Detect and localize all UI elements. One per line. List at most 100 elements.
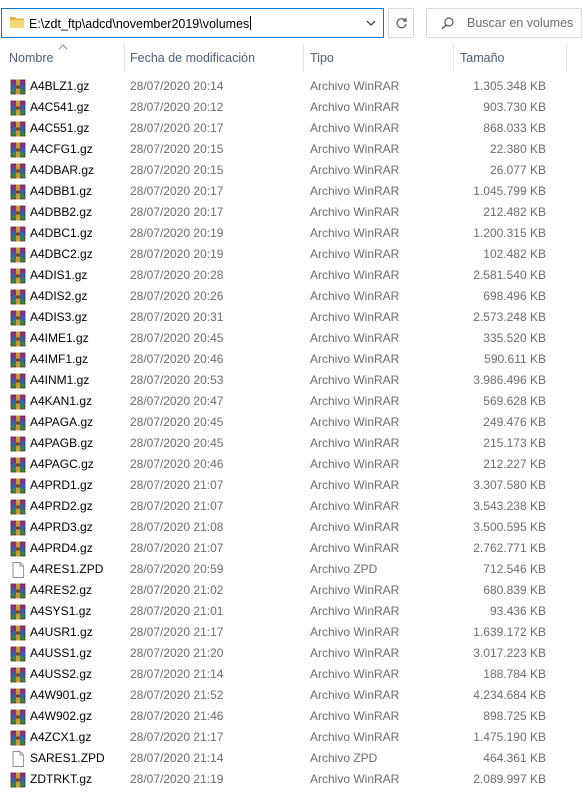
file-row[interactable]: A4IMF1.gz 28/07/2020 20:46 Archivo WinRAR 5… (0, 349, 582, 370)
file-type: Archivo WinRAR (310, 205, 400, 219)
file-type: Archivo WinRAR (310, 394, 400, 408)
column-divider[interactable] (453, 44, 454, 72)
file-row[interactable]: A4KAN1.gz 28/07/2020 20:47 Archivo WinRAR 5… (0, 391, 582, 412)
file-row[interactable]: A4C541.gz 28/07/2020 20:12 Archivo WinRAR 9… (0, 97, 582, 118)
file-modified-date: 28/07/2020 20:59 (130, 562, 224, 576)
file-modified-date: 28/07/2020 20:47 (130, 394, 224, 408)
column-divider[interactable] (303, 44, 304, 72)
file-row[interactable]: A4DBB1.gz 28/07/2020 20:17 Archivo WinRAR 1… (0, 181, 582, 202)
file-size: 712.546 KB (483, 562, 546, 576)
file-row[interactable]: A4DBAR.gz 28/07/2020 20:15 Archivo WinRAR 2… (0, 160, 582, 181)
file-type: Archivo WinRAR (310, 646, 400, 660)
winrar-archive-icon (10, 184, 26, 200)
file-row[interactable]: A4C551.gz 28/07/2020 20:17 Archivo WinRAR 8… (0, 118, 582, 139)
file-row[interactable]: A4DBC1.gz 28/07/2020 20:19 Archivo WinRAR 1… (0, 223, 582, 244)
file-modified-date: 28/07/2020 21:08 (130, 520, 224, 534)
file-modified-date: 28/07/2020 21:17 (130, 625, 224, 639)
file-type: Archivo WinRAR (310, 583, 400, 597)
file-name: A4BLZ1.gz (30, 79, 90, 93)
file-type: Archivo WinRAR (310, 415, 400, 429)
column-divider[interactable] (566, 44, 567, 72)
file-size: 3.500.595 KB (473, 520, 546, 534)
file-row[interactable]: A4PRD2.gz 28/07/2020 21:07 Archivo WinRAR 3… (0, 496, 582, 517)
file-row[interactable]: SARES1.ZPD 28/07/2020 21:14 Archivo ZPD 464… (0, 748, 582, 769)
file-size: 590.611 KB (484, 352, 546, 366)
file-row[interactable]: A4DBB2.gz 28/07/2020 20:17 Archivo WinRAR 2… (0, 202, 582, 223)
file-row[interactable]: A4PAGA.gz 28/07/2020 20:45 Archivo WinRAR 2… (0, 412, 582, 433)
address-path[interactable]: E:\zdt_ftp\adcd\november2019\volumes (29, 16, 252, 31)
refresh-button[interactable] (388, 8, 414, 38)
column-divider[interactable] (124, 44, 125, 72)
file-modified-date: 28/07/2020 21:01 (130, 604, 224, 618)
winrar-archive-icon (10, 604, 26, 620)
file-row[interactable]: A4DBC2.gz 28/07/2020 20:19 Archivo WinRAR 1… (0, 244, 582, 265)
winrar-archive-icon (10, 625, 26, 641)
winrar-archive-icon (10, 415, 26, 431)
file-type: Archivo WinRAR (310, 709, 400, 723)
column-header-name[interactable]: Nombre (9, 44, 53, 72)
file-modified-date: 28/07/2020 20:31 (130, 310, 224, 324)
file-row[interactable]: A4DIS2.gz 28/07/2020 20:26 Archivo WinRAR 6… (0, 286, 582, 307)
file-row[interactable]: A4PRD1.gz 28/07/2020 21:07 Archivo WinRAR 3… (0, 475, 582, 496)
winrar-archive-icon (10, 268, 26, 284)
column-header-date[interactable]: Fecha de modificación (130, 44, 255, 72)
file-name: A4RES2.gz (30, 583, 93, 597)
column-header-type[interactable]: Tipo (310, 44, 334, 72)
file-row[interactable]: A4PRD3.gz 28/07/2020 21:08 Archivo WinRAR 3… (0, 517, 582, 538)
file-row[interactable]: A4SYS1.gz 28/07/2020 21:01 Archivo WinRAR 9… (0, 601, 582, 622)
search-input[interactable]: Buscar en volumes (426, 8, 582, 38)
file-row[interactable]: A4W902.gz 28/07/2020 21:46 Archivo WinRAR 8… (0, 706, 582, 727)
file-row[interactable]: A4USS1.gz 28/07/2020 21:20 Archivo WinRAR 3… (0, 643, 582, 664)
file-row[interactable]: A4RES1.ZPD 28/07/2020 20:59 Archivo ZPD 712… (0, 559, 582, 580)
address-bar-row: E:\zdt_ftp\adcd\november2019\volumes Bus… (0, 0, 582, 44)
file-row[interactable]: A4ZCX1.gz 28/07/2020 21:17 Archivo WinRAR 1… (0, 727, 582, 748)
file-row[interactable]: A4PRD4.gz 28/07/2020 21:07 Archivo WinRAR 2… (0, 538, 582, 559)
file-type: Archivo WinRAR (310, 352, 400, 366)
file-row[interactable]: ZDTRKT.gz 28/07/2020 21:19 Archivo WinRAR 2… (0, 769, 582, 790)
file-name: A4INM1.gz (30, 373, 90, 387)
winrar-archive-icon (10, 163, 26, 179)
file-name: A4C551.gz (30, 121, 90, 135)
file-size: 898.725 KB (483, 709, 546, 723)
file-row[interactable]: A4IME1.gz 28/07/2020 20:45 Archivo WinRAR 3… (0, 328, 582, 349)
file-row[interactable]: A4CFG1.gz 28/07/2020 20:15 Archivo WinRAR 2… (0, 139, 582, 160)
file-size: 2.581.540 KB (473, 268, 546, 282)
file-name: A4PRD4.gz (30, 541, 93, 555)
address-bar[interactable]: E:\zdt_ftp\adcd\november2019\volumes (1, 8, 384, 38)
file-modified-date: 28/07/2020 20:26 (130, 289, 224, 303)
file-row[interactable]: A4BLZ1.gz 28/07/2020 20:14 Archivo WinRAR 1… (0, 76, 582, 97)
file-name: A4DBC1.gz (30, 226, 93, 240)
file-size: 1.305.348 KB (473, 79, 546, 93)
file-size: 26.077 KB (489, 163, 546, 177)
file-modified-date: 28/07/2020 20:17 (130, 184, 224, 198)
chevron-down-icon[interactable] (365, 17, 377, 29)
file-modified-date: 28/07/2020 20:19 (130, 226, 224, 240)
file-size: 335.520 KB (483, 331, 546, 345)
file-row[interactable]: A4W901.gz 28/07/2020 21:52 Archivo WinRAR 4… (0, 685, 582, 706)
file-row[interactable]: A4INM1.gz 28/07/2020 20:53 Archivo WinRAR 3… (0, 370, 582, 391)
file-row[interactable]: A4PAGB.gz 28/07/2020 20:45 Archivo WinRAR 2… (0, 433, 582, 454)
file-size: 698.496 KB (483, 289, 546, 303)
file-row[interactable]: A4USS2.gz 28/07/2020 21:14 Archivo WinRAR 1… (0, 664, 582, 685)
file-row[interactable]: A4DIS3.gz 28/07/2020 20:31 Archivo WinRAR 2… (0, 307, 582, 328)
winrar-archive-icon (10, 772, 26, 788)
file-row[interactable]: A4DIS1.gz 28/07/2020 20:28 Archivo WinRAR 2… (0, 265, 582, 286)
file-name: A4DIS3.gz (30, 310, 88, 324)
file-modified-date: 28/07/2020 21:02 (130, 583, 224, 597)
file-type: Archivo WinRAR (310, 667, 400, 681)
file-name: A4C541.gz (30, 100, 90, 114)
file-name: A4PAGA.gz (30, 415, 94, 429)
file-type: Archivo WinRAR (310, 688, 400, 702)
file-row[interactable]: A4RES2.gz 28/07/2020 21:02 Archivo WinRAR 6… (0, 580, 582, 601)
file-size: 3.986.496 KB (473, 373, 546, 387)
winrar-archive-icon (10, 226, 26, 242)
file-type: Archivo WinRAR (310, 478, 400, 492)
blank-document-icon (10, 562, 26, 578)
file-name: A4PAGC.gz (30, 457, 94, 471)
file-size: 464.361 KB (483, 751, 546, 765)
column-header-size[interactable]: Tamaño (460, 44, 504, 72)
file-name: A4PAGB.gz (30, 436, 94, 450)
file-row[interactable]: A4PAGC.gz 28/07/2020 20:46 Archivo WinRAR 2… (0, 454, 582, 475)
file-row[interactable]: A4USR1.gz 28/07/2020 21:17 Archivo WinRAR 1… (0, 622, 582, 643)
file-size: 3.017.223 KB (473, 646, 546, 660)
